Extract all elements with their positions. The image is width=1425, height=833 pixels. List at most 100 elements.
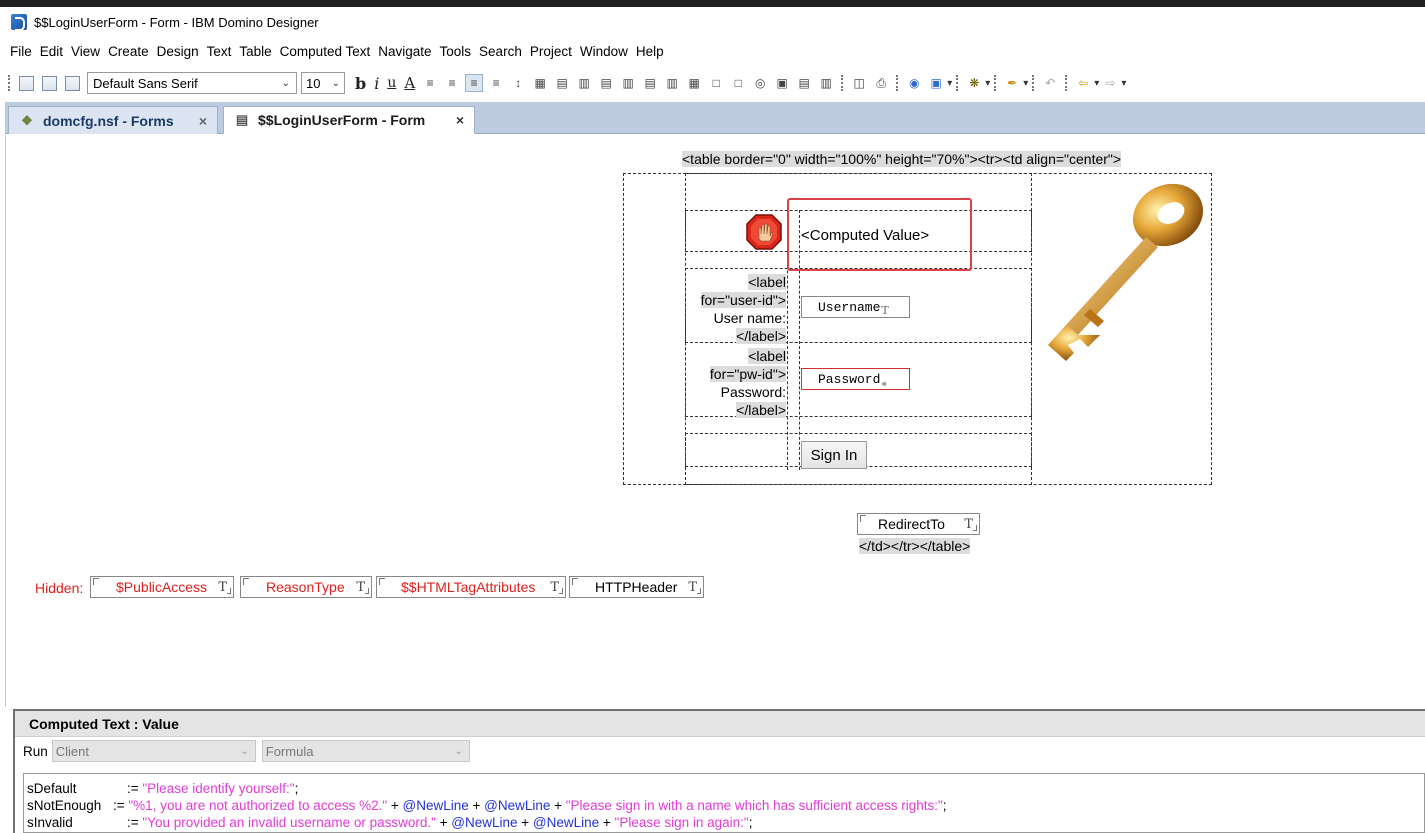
code-op: := [113, 798, 129, 813]
align-justify-icon[interactable]: ≡ [443, 74, 461, 92]
preview-web-icon[interactable]: ◉ [905, 74, 923, 92]
toolbar: Default Sans Serif ⌄ 10 ⌄ b i u A ≡ ≡ ≡ … [0, 70, 1425, 96]
save-icon[interactable]: ◫ [850, 74, 868, 92]
text-field-type-icon: T [881, 303, 889, 317]
merge-cells-icon[interactable]: □ [707, 74, 725, 92]
append-row-icon[interactable]: ▤ [597, 74, 615, 92]
hidden-field-public-access[interactable]: $PublicAccess T [90, 576, 234, 598]
menu-navigate[interactable]: Navigate [374, 44, 435, 59]
hotspot-icon[interactable]: ◎ [751, 74, 769, 92]
username-input[interactable]: Username T [801, 296, 910, 318]
hidden-field-http-header[interactable]: HTTPHeader T [569, 576, 704, 598]
line-spacing-icon[interactable]: ↕ [509, 74, 527, 92]
debug-icon[interactable]: ❋ [965, 74, 983, 92]
last-edit-icon[interactable]: ↶ [1041, 74, 1059, 92]
menu-window[interactable]: Window [576, 44, 632, 59]
language-select[interactable]: Formula ⌄ [261, 740, 470, 762]
hidden-field-name: HTTPHeader [595, 579, 678, 595]
chevron-down-icon[interactable]: ▾ [1121, 78, 1126, 89]
menu-project[interactable]: Project [526, 44, 576, 59]
menu-file[interactable]: File [6, 44, 36, 59]
insert-row-icon[interactable]: ▤ [553, 74, 571, 92]
run-target-select[interactable]: Client ⌄ [51, 740, 256, 762]
section-icon[interactable]: ▥ [817, 74, 835, 92]
toolbar-separator [956, 75, 959, 91]
menu-create[interactable]: Create [104, 44, 153, 59]
align-center-icon[interactable]: ≡ [421, 74, 439, 92]
table-close-tag[interactable]: </td></tr></table> [859, 538, 971, 554]
code-line: sDefault:= "Please identify yourself:"; [27, 780, 1422, 797]
field-corner-mark [572, 578, 578, 585]
forward-icon[interactable]: ⇨ [1101, 74, 1119, 92]
username-label-text: User name: [713, 310, 786, 326]
username-label-block: <label for="user-id"> User name: </label… [690, 273, 786, 345]
print-icon[interactable]: ⎙ [872, 74, 890, 92]
form-icon: ▤ [235, 112, 249, 127]
tab-login-user-form[interactable]: ▤ $$LoginUserForm - Form × [223, 106, 475, 134]
password-input[interactable]: Password ⁎ [801, 368, 910, 390]
menu-design[interactable]: Design [153, 44, 203, 59]
menu-tools[interactable]: Tools [436, 44, 476, 59]
run-row: Run Client ⌄ Formula ⌄ [15, 737, 1425, 765]
back-icon[interactable]: ⇦ [1074, 74, 1092, 92]
sign-in-button[interactable]: Sign In [801, 441, 867, 469]
form-design-canvas[interactable]: <table border="0" width="100%" height="7… [5, 135, 1425, 707]
chevron-down-icon[interactable]: ▾ [1023, 78, 1028, 89]
italic-icon[interactable]: i [374, 74, 379, 93]
table-properties-icon[interactable]: ▦ [685, 74, 703, 92]
code-token: ; [748, 815, 753, 830]
code-token: ; [294, 781, 299, 796]
code-token: + [517, 815, 533, 830]
formula-editor[interactable]: sDefault:= "Please identify yourself:"; … [23, 773, 1425, 833]
domino-designer-icon [11, 14, 27, 31]
code-op: := [127, 815, 143, 830]
image-icon[interactable]: ▣ [773, 74, 791, 92]
menu-help[interactable]: Help [632, 44, 668, 59]
menu-view[interactable]: View [67, 44, 104, 59]
preview-notes-icon[interactable]: ▣ [927, 74, 945, 92]
hidden-field-reason-type[interactable]: ReasonType T [240, 576, 372, 598]
delete-row-icon[interactable]: ▤ [641, 74, 659, 92]
menu-text[interactable]: Text [203, 44, 236, 59]
split-cells-icon[interactable]: □ [729, 74, 747, 92]
align-right-icon[interactable]: ≡ [487, 74, 505, 92]
pane-title: Computed Text : Value [15, 711, 1425, 737]
pin-icon[interactable]: ✒ [1003, 74, 1021, 92]
layer-icon[interactable]: ▤ [795, 74, 813, 92]
table-icon[interactable]: ▦ [531, 74, 549, 92]
append-column-icon[interactable]: ▥ [619, 74, 637, 92]
align-left-icon[interactable]: ≡ [465, 74, 484, 92]
text-color-icon[interactable]: A [404, 74, 415, 92]
page-layout-icon[interactable] [19, 75, 34, 91]
underline-icon[interactable]: u [387, 75, 396, 91]
tab-domcfg-forms[interactable]: ❖ domcfg.nsf - Forms × [8, 106, 218, 134]
code-token: + [550, 798, 566, 813]
password-field-name: Password [818, 371, 881, 387]
chevron-down-icon[interactable]: ▾ [985, 78, 990, 89]
chevron-down-icon[interactable]: ▾ [1094, 78, 1099, 89]
key-image [1048, 183, 1204, 361]
close-icon[interactable]: × [199, 113, 207, 129]
language-value: Formula [265, 743, 314, 759]
chevron-down-icon[interactable]: ▾ [947, 78, 952, 89]
menu-computed-text[interactable]: Computed Text [276, 44, 375, 59]
bold-icon[interactable]: b [355, 74, 366, 93]
table-open-tag[interactable]: <table border="0" width="100%" height="7… [682, 151, 1122, 167]
close-icon[interactable]: × [456, 112, 464, 128]
font-size-select[interactable]: 10 ⌄ [301, 72, 345, 94]
menu-edit[interactable]: Edit [36, 44, 67, 59]
menu-search[interactable]: Search [475, 44, 526, 59]
run-target-value: Client [55, 743, 90, 759]
insert-column-icon[interactable]: ▥ [575, 74, 593, 92]
font-family-select[interactable]: Default Sans Serif ⌄ [87, 72, 297, 94]
tab-label: domcfg.nsf - Forms [43, 112, 174, 129]
redirect-to-field[interactable]: RedirectTo T [857, 513, 980, 535]
stop-hand-icon [746, 214, 782, 250]
code-token: @NewLine [484, 798, 551, 813]
text-layout-icon[interactable] [42, 75, 57, 91]
menu-table[interactable]: Table [235, 44, 275, 59]
delete-column-icon[interactable]: ▥ [663, 74, 681, 92]
hidden-field-html-tag-attributes[interactable]: $$HTMLTagAttributes T [376, 576, 566, 598]
heading-layout-icon[interactable] [65, 75, 80, 91]
password-label-block: <label for="pw-id"> Password: </label> [690, 347, 786, 419]
